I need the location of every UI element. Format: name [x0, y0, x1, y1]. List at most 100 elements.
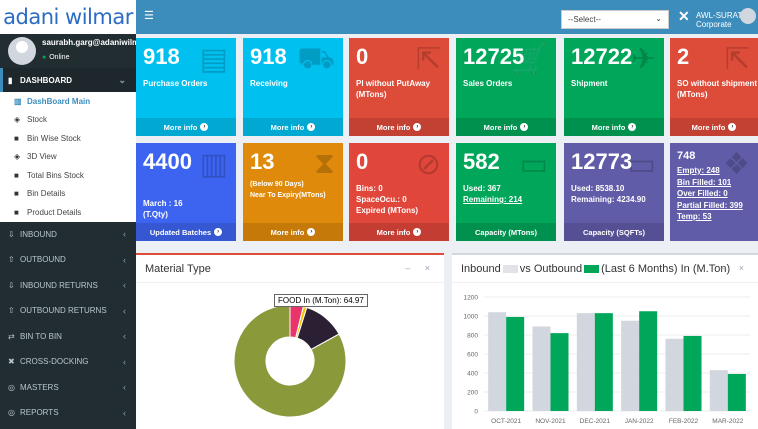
bar-outbound[interactable] [727, 373, 746, 411]
submenu-item[interactable]: ▥ DashBoard Main [0, 92, 136, 111]
bin-status-link[interactable]: Temp: 53 [677, 211, 743, 223]
chevron-left-icon: ‹ [123, 254, 126, 265]
chevron-left-icon: ‹ [123, 331, 126, 342]
chevron-left-icon: ‹ [123, 229, 126, 240]
tile-footer-link[interactable]: Updated Batches › [136, 223, 236, 241]
tile-footer-link[interactable]: Capacity (MTons) [456, 223, 556, 241]
tile-footer-link[interactable]: More info › [349, 223, 449, 241]
tile-value: 0 [356, 149, 369, 174]
sidebar-item-inbound-returns[interactable]: ⇩ INBOUND RETURNS ‹ [0, 273, 136, 299]
outbound-icon: ⇧ [8, 255, 15, 265]
inbound-outbound-bar-chart: 0 200 400 600 800 1000 1200 OCT-2021 NOV-2021 DEC… [464, 295, 750, 425]
bar-outbound[interactable] [594, 313, 613, 411]
submenu-item[interactable]: ■ Total Bins Stock [0, 166, 136, 185]
more-info-link[interactable]: More info › [243, 118, 343, 136]
more-info-link[interactable]: More info › [136, 118, 236, 136]
bar-outbound[interactable] [639, 311, 658, 411]
plane-icon: ✈ [630, 43, 656, 76]
info-tile: ▤ 918 Purchase Orders More info › [136, 38, 236, 136]
x-tick-label: MAR-2022 [712, 418, 743, 425]
user-panel: saurabh.garg@adaniwilmar Online [0, 34, 147, 68]
reports-icon: ◎ [8, 408, 15, 418]
x-tick-label: NOV-2021 [535, 418, 566, 425]
chevron-left-icon: ‹ [123, 305, 126, 316]
bin-status-link[interactable]: Bin Filled: 101 [677, 177, 743, 189]
bar-inbound[interactable] [665, 338, 684, 411]
panel-tools[interactable]: – × [719, 263, 750, 273]
bar-inbound[interactable] [709, 370, 728, 411]
tile-footer-link[interactable]: Capacity (SQFTs) [564, 223, 664, 241]
chevron-left-icon: ‹ [123, 356, 126, 367]
bin-status-link[interactable]: Over Filled: 0 [677, 188, 743, 200]
dashboard-submenu: ▥ DashBoard Main ◈ Stock ■ Bin Wise Stock ◈ 3D … [0, 92, 136, 222]
external-icon: ⇱ [724, 43, 750, 76]
tile-label: Shipment [571, 79, 608, 88]
sidebar-item-bin-to-bin[interactable]: ⇄ BIN TO BIN ‹ [0, 324, 136, 350]
bar-outbound[interactable] [550, 333, 569, 411]
top-navbar: ☰ --Select-- ⌄ ✕ AWL-SURAT Corporate [136, 0, 758, 34]
box-icon: ■ [14, 207, 19, 217]
document-icon: ▤ [199, 43, 228, 76]
dashboard-icon: ▮ [8, 75, 13, 85]
pie-tooltip: FOOD In (M.Ton): 64.97 [274, 294, 368, 307]
bar-outbound[interactable] [683, 335, 702, 411]
tile-footer-link[interactable]: More info › [243, 223, 343, 241]
more-info-link[interactable]: More info › [456, 118, 556, 136]
bar-inbound[interactable] [532, 326, 551, 411]
cross-tools-icon[interactable]: ✕ [678, 8, 690, 25]
tile-label: Receiving [250, 79, 288, 88]
tile-value: 918 [250, 44, 287, 69]
y-tick-label: 1000 [464, 314, 479, 321]
submenu-item[interactable]: ■ Bin Details [0, 185, 136, 204]
submenu-item[interactable]: ◈ 3D View [0, 148, 136, 167]
external-icon: ⇱ [415, 43, 441, 76]
user-name: saurabh.garg@adaniwilmar [42, 38, 147, 47]
info-tile: ⊘ 0 Bins: 0 SpaceOcu.: 0 Expired (MTons)… [349, 143, 449, 241]
inbound-outbound-panel: Inbound vs Outbound (Last 6 Months) In (M.… [452, 253, 758, 429]
bin-status-link[interactable]: Empty: 248 [677, 165, 743, 177]
x-tick-label: FEB-2022 [669, 418, 699, 425]
sidebar-item-reports[interactable]: ◎ REPORTS ‹ [0, 400, 136, 426]
submenu-item[interactable]: ◈ Stock [0, 111, 136, 130]
chevron-left-icon: ‹ [123, 407, 126, 418]
tile-label: Sales Orders [463, 79, 513, 88]
sidebar-item-cross-docking[interactable]: ✖ CROSS-DOCKING ‹ [0, 349, 136, 375]
sidebar-item-masters[interactable]: ◎ MASTERS ‹ [0, 375, 136, 401]
bin-status-link[interactable]: Partial Filled: 399 [677, 200, 743, 212]
more-info-link[interactable]: More info › [670, 118, 758, 136]
brand-logo[interactable]: adani wilmar [0, 0, 136, 34]
y-tick-label: 400 [467, 371, 478, 378]
tile-value: 918 [143, 44, 180, 69]
info-tile: ▭ 12773 Used: 8538.10 Remaining: 4234.90… [564, 143, 664, 241]
sidebar-item-dashboard[interactable]: ▮ DASHBOARD ⌄ [0, 68, 136, 92]
bar-inbound[interactable] [488, 312, 507, 411]
user-avatar-icon[interactable] [740, 8, 756, 24]
arrow-circle-right-icon: › [520, 123, 529, 131]
y-tick-label: 600 [467, 352, 478, 359]
sidebar-item-inbound[interactable]: ⇩ INBOUND ‹ [0, 222, 136, 248]
tile-value: 582 [463, 149, 500, 174]
arrow-circle-right-icon: › [413, 228, 422, 236]
more-info-link[interactable]: More info › [349, 118, 449, 136]
bar-inbound[interactable] [621, 320, 640, 411]
submenu-item[interactable]: ■ Bin Wise Stock [0, 129, 136, 148]
submenu-item[interactable]: ■ Product Details [0, 203, 136, 222]
bar-chart-icon: ▥ [199, 148, 228, 181]
material-type-panel: Material Type – × FOOD In (M.Ton): 64.97 [136, 253, 444, 429]
sidebar-item-outbound[interactable]: ⇧ OUTBOUND ‹ [0, 247, 136, 273]
more-info-link[interactable]: More info › [564, 118, 664, 136]
exchange-icon: ⇄ [8, 331, 15, 341]
tile-label: Purchase Orders [143, 79, 208, 88]
bar-outbound[interactable] [506, 316, 525, 411]
location-select[interactable]: --Select-- ⌄ [561, 10, 669, 29]
panel-title: Inbound vs Outbound (Last 6 Months) In (M.… [461, 263, 731, 275]
tile-details: Bins: 0 SpaceOcu.: 0 Expired (MTons) [356, 184, 419, 215]
y-tick-label: 1200 [464, 295, 479, 302]
arrow-circle-right-icon: › [728, 123, 737, 131]
panel-tools[interactable]: – × [405, 263, 436, 273]
box-icon: ■ [14, 189, 19, 199]
sidebar-item-outbound-returns[interactable]: ⇧ OUTBOUND RETURNS ‹ [0, 298, 136, 324]
hamburger-icon[interactable]: ☰ [144, 9, 154, 22]
bar-inbound[interactable] [576, 313, 595, 411]
info-tile: 🛒 12725 Sales Orders More info › [456, 38, 556, 136]
